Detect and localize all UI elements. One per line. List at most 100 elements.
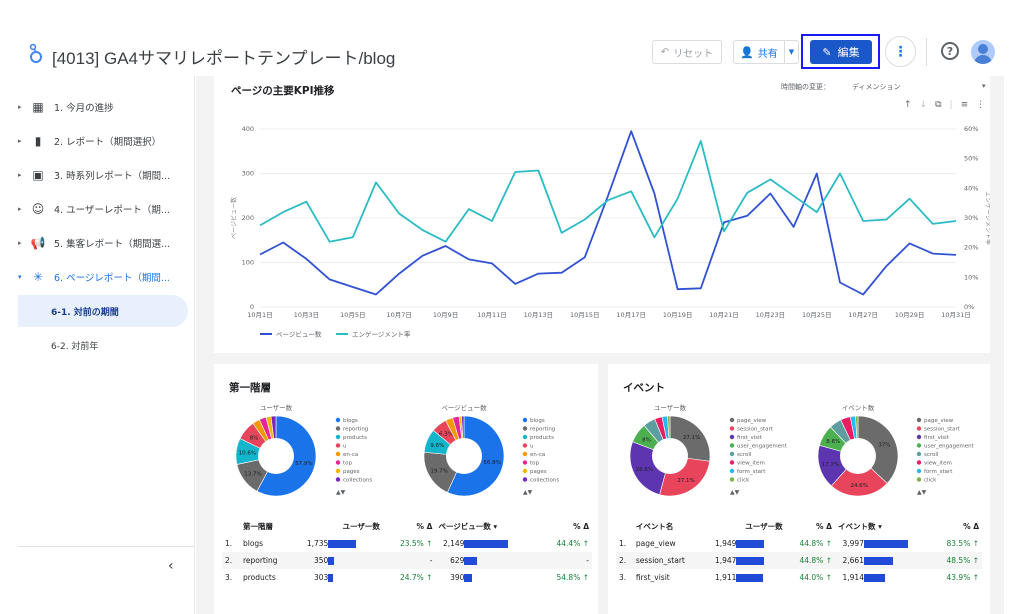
legend-swatch [916, 417, 922, 423]
expand-arrow-icon[interactable]: ▸ [18, 103, 30, 111]
pie-slice-label: 17.7% [822, 462, 839, 468]
pie-title: ユーザー数 [260, 403, 293, 412]
table-row[interactable]: 3. products 303 24.7% ↑ 390 54.8% ↑ [222, 569, 592, 586]
y-tick-label-right: 30% [964, 214, 978, 222]
export-icon[interactable]: ⧉ [935, 100, 941, 110]
sidebar-item-acquisition[interactable]: ▸ 📢 5. 集客レポート（期間選... [18, 228, 193, 258]
legend-label: top [343, 461, 353, 467]
metric1-delta: 44.8% ↑ [799, 539, 832, 548]
metric2-cell: 629 [435, 552, 540, 569]
expand-arrow-icon[interactable]: ▸ [18, 239, 30, 247]
share-dropdown-icon[interactable]: ▼ [784, 41, 798, 63]
legend-swatch [916, 443, 922, 448]
donut-hole [446, 438, 482, 474]
column-header[interactable]: % Δ [383, 518, 436, 535]
x-tick-label: 10月7日 [386, 311, 411, 319]
sidebar-item-label: 1. 今月の進捗 [54, 103, 114, 114]
pie-slice-label: 6.3% [439, 432, 453, 438]
sidebar-subitem-previous-year[interactable]: 6-2. 対前年 [18, 329, 188, 361]
legend-swatch [916, 426, 922, 431]
donut-hole [652, 438, 688, 474]
legend-label: u [530, 444, 534, 450]
dimension-dropdown-icon[interactable]: ▾ [982, 82, 986, 90]
column-header[interactable]: イベント名 [633, 518, 704, 535]
legend-swatch [522, 477, 528, 482]
sidebar-item-report[interactable]: ▸ ▮ 2. レポート（期間選択） [18, 126, 193, 156]
scrollbar[interactable] [1005, 76, 1024, 614]
filter-icon[interactable]: ≡ [961, 100, 969, 110]
column-header[interactable]: 第一階層 [240, 518, 295, 535]
legend-label: click [924, 478, 937, 484]
legend-label: collections [530, 478, 559, 484]
table-row[interactable]: 2. session_start 1,947 44.8% ↑ 2,661 48.5% ↑ [616, 552, 982, 569]
expand-arrow-icon[interactable]: ▸ [18, 137, 30, 145]
column-header[interactable]: イベント数 ▾ [835, 518, 933, 535]
legend-swatch [522, 451, 528, 457]
metric2-delta: 43.9% ↑ [946, 573, 980, 582]
sort-down-icon[interactable]: ↓ [920, 100, 928, 110]
legend-swatch [335, 417, 341, 423]
metric2-delta: - [539, 552, 592, 569]
sidebar-item-user[interactable]: ▸ ☺ 4. ユーザーレポート（期... [18, 194, 193, 224]
column-header[interactable]: ページビュー数 ▾ [435, 518, 539, 535]
pie-slice-label: 37% [878, 443, 890, 449]
campaign-icon: 📢 [30, 236, 46, 250]
y-tick-label-left: 300 [242, 170, 254, 178]
table-row[interactable]: 1. blogs 1,735 23.5% ↑ 2,149 44.4% ↑ [222, 535, 592, 552]
column-header[interactable]: % Δ [786, 518, 835, 535]
legend-swatch [729, 468, 735, 474]
divider [18, 546, 194, 547]
metric2-cell: 3,997 [835, 535, 933, 552]
collapse-arrow-icon[interactable]: ▾ [18, 273, 30, 281]
sidebar-item-progress[interactable]: ▸ ▦ 1. 今月の進捗 [18, 92, 193, 122]
sidebar-item-label: 3. 時系列レポート（期間... [54, 171, 171, 182]
more-icon[interactable]: ⋮ [976, 100, 985, 110]
row-name: reporting [239, 552, 296, 569]
pie-slice-label: 27.1% [683, 435, 700, 441]
legend-label: first_visit [737, 435, 763, 441]
pie-slice-label: 8% [642, 437, 651, 443]
metric1-bar [328, 557, 335, 565]
dimension-dropdown[interactable]: ディメンション [852, 82, 901, 92]
more-options-icon[interactable]: ⋮ [885, 36, 916, 67]
metric2-delta: 48.5% ↑ [932, 552, 982, 569]
sidebar-item-timeseries[interactable]: ▸ ▣ 3. 時系列レポート（期間... [18, 160, 193, 190]
sort-up-icon[interactable]: ↑ [904, 100, 912, 110]
expand-arrow-icon[interactable]: ▸ [18, 205, 30, 213]
reset-button[interactable]: ↶ リセット [652, 40, 722, 64]
table-row[interactable]: 2. reporting 350-629- [222, 552, 592, 569]
y-tick-label-left: 200 [242, 214, 254, 222]
column-header[interactable]: % Δ [933, 518, 982, 535]
sidebar-item-label: 5. 集客レポート（期間選... [54, 239, 171, 250]
help-icon[interactable]: ? [941, 42, 959, 60]
pie-title: イベント数 [842, 403, 875, 412]
y-axis-label-left: ページビュー数 [230, 197, 238, 239]
avatar[interactable] [971, 40, 995, 64]
column-header[interactable]: % Δ [539, 518, 592, 535]
legend-label-engagement: エンゲージメント率 [352, 330, 411, 339]
column-header[interactable]: ユーザー数 [295, 518, 382, 535]
table-row[interactable]: 3. first_visit 1,911 44.0% ↑ 1,914 43.9% ↑ [616, 569, 982, 586]
metric2-delta: 54.8% ↑ [556, 573, 590, 582]
legend-label: click [737, 478, 750, 484]
face-icon: ☺ [31, 202, 45, 216]
metric1-bar [736, 557, 765, 565]
metric1-cell: 1,949 [703, 535, 785, 552]
kpi-line-chart: 0 100 200 300 400 0% 10% 20% 30% 40% 50% 60% 10月1日 10… [230, 125, 990, 339]
share-button[interactable]: 👤 共有 ▼ [733, 40, 799, 64]
legend-label: view_item [737, 461, 765, 467]
collapse-sidebar-icon[interactable]: ‹ [168, 558, 174, 574]
sidebar-subitem-previous-period[interactable]: 6-1. 対前の期間 [18, 295, 188, 327]
legend-label: user_engagement [924, 444, 975, 450]
table-row[interactable]: 1. page_view 1,949 44.8% ↑ 3,997 83.5% ↑ [616, 535, 982, 552]
legend-label-pageview: ページビュー数 [276, 330, 322, 339]
expand-arrow-icon[interactable]: ▸ [18, 171, 30, 179]
legend-swatch [729, 443, 735, 448]
edit-button[interactable]: ✎ 編集 [810, 40, 872, 64]
bar-chart-icon: ▮ [34, 134, 42, 148]
chart-title: ページの主要KPI推移 [231, 85, 335, 97]
sidebar-item-page[interactable]: ▾ ✳ 6. ページレポート（期間... [18, 262, 193, 292]
column-header[interactable]: ユーザー数 [703, 518, 785, 535]
row-name: first_visit [635, 573, 670, 582]
report-title[interactable]: [4013] GA4サマリレポートテンプレート/blog [52, 44, 395, 69]
